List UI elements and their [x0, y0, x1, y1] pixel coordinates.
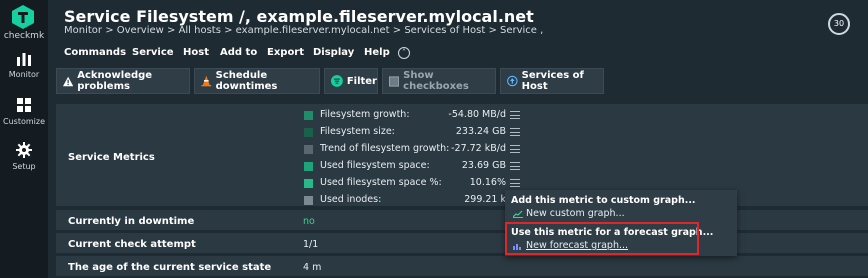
table-row: The age of the current service state 4 m [56, 256, 868, 278]
metric-name: Filesystem size: [320, 126, 395, 137]
metric-row: Filesystem size: 233.24 GB [304, 126, 534, 140]
graph-icon [513, 210, 523, 218]
metric-value: -27.72 kB/d [451, 143, 506, 154]
new-custom-graph-label: New custom graph... [526, 208, 625, 219]
metric-color-swatch [304, 196, 313, 205]
show-checkboxes-button[interactable]: Show checkboxes [382, 68, 496, 94]
action-toolbar: Acknowledge problems Schedule downtimes … [48, 68, 868, 96]
page-title: Service Filesystem /, example.fileserver… [64, 7, 534, 26]
menu-commands[interactable]: Commands [64, 47, 126, 58]
metric-color-swatch [304, 162, 313, 171]
nav-customize[interactable]: Customize [0, 97, 48, 126]
metric-color-swatch [304, 179, 313, 188]
metric-row: Used inodes: 299.21 k [304, 194, 534, 208]
menu-service[interactable]: Service [132, 47, 174, 58]
schedule-label: Schedule downtimes [215, 70, 278, 92]
hamburger-menu-icon[interactable] [510, 111, 520, 119]
sidebar: checkmk Monitor Customize Setup [0, 0, 48, 278]
arrow-up-icon [507, 75, 518, 87]
metric-name: Trend of filesystem growth: [320, 143, 450, 154]
filter-label: Filter [346, 75, 377, 87]
traffic-cone-icon [201, 75, 212, 87]
checkmk-logo-icon[interactable] [12, 5, 34, 29]
table-row: Service Metrics Filesystem growth: -54.8… [56, 104, 868, 208]
bar-chart-icon [17, 53, 31, 66]
menu-export[interactable]: Export [267, 47, 304, 58]
nav-customize-label: Customize [3, 117, 45, 126]
menu-bar: Commands Service Host Add to Export Disp… [48, 44, 868, 64]
metric-color-swatch [304, 128, 313, 137]
hamburger-menu-icon[interactable] [510, 162, 520, 170]
metric-value: 233.24 GB [455, 126, 506, 137]
metric-name: Used filesystem space %: [320, 177, 442, 188]
downtime-value: no [303, 216, 315, 227]
metric-color-swatch [304, 111, 313, 120]
service-detail-table: Service Metrics Filesystem growth: -54.8… [56, 104, 868, 278]
metric-name: Used filesystem space: [320, 160, 430, 171]
hamburger-menu-icon[interactable] [510, 179, 520, 187]
service-metrics-label: Service Metrics [68, 152, 155, 163]
metric-name: Filesystem growth: [320, 109, 410, 120]
services-of-host-button[interactable]: Services of Host [500, 68, 604, 94]
nav-monitor-label: Monitor [8, 70, 40, 79]
acknowledge-problems-button[interactable]: Acknowledge problems [56, 68, 190, 94]
page-header: Service Filesystem /, example.fileserver… [48, 0, 868, 42]
refresh-countdown[interactable]: 30 [828, 13, 850, 35]
breadcrumb[interactable]: Monitor > Overview > All hosts > example… [64, 25, 543, 36]
menu-help[interactable]: Help [364, 47, 390, 58]
metric-value: 10.16% [469, 177, 506, 188]
state-age-label: The age of the current service state [68, 262, 272, 273]
menu-add-to[interactable]: Add to [220, 47, 257, 58]
downtime-label: Currently in downtime [68, 216, 195, 227]
gear-icon [16, 142, 32, 158]
nav-monitor[interactable]: Monitor [0, 52, 48, 79]
warning-icon [63, 76, 74, 86]
metric-name: Used inodes: [320, 194, 382, 205]
metric-row: Trend of filesystem growth: -27.72 kB/d [304, 143, 534, 157]
schedule-downtimes-button[interactable]: Schedule downtimes [194, 68, 320, 94]
check-attempt-value: 1/1 [303, 239, 319, 250]
nav-setup[interactable]: Setup [0, 142, 48, 171]
new-custom-graph-link[interactable]: New custom graph... [513, 208, 625, 219]
services-of-host-label: Services of Host [521, 70, 584, 92]
metric-value: -54.80 MB/d [448, 109, 506, 120]
filter-icon [331, 75, 343, 87]
show-checkboxes-label: Show checkboxes [403, 70, 469, 92]
forecast-highlight-box [505, 222, 699, 255]
table-row: Current check attempt 1/1 [56, 233, 868, 255]
menu-display[interactable]: Display [313, 47, 354, 58]
state-age-value: 4 m [303, 262, 322, 273]
metric-row: Used filesystem space: 23.69 GB [304, 160, 534, 174]
metric-value: 23.69 GB [461, 160, 506, 171]
hamburger-menu-icon[interactable] [510, 145, 520, 153]
custom-graph-heading: Add this metric to custom graph... [511, 195, 696, 206]
metric-color-swatch [304, 145, 313, 154]
checkbox-icon [389, 75, 400, 87]
grid-icon [17, 98, 31, 112]
nav-setup-label: Setup [12, 162, 36, 171]
logo-label: checkmk [3, 31, 45, 41]
check-attempt-label: Current check attempt [68, 239, 196, 250]
metric-row: Used filesystem space %: 10.16% [304, 177, 534, 191]
menu-host[interactable]: Host [183, 47, 209, 58]
filter-button[interactable]: Filter [324, 68, 378, 94]
table-row: Currently in downtime no [56, 210, 868, 232]
metric-value: 299.21 k [464, 194, 506, 205]
acknowledge-label: Acknowledge problems [77, 70, 153, 92]
hamburger-menu-icon[interactable] [510, 128, 520, 136]
metric-row: Filesystem growth: -54.80 MB/d [304, 109, 534, 123]
chevron-up-icon[interactable]: ˄ [398, 47, 410, 59]
